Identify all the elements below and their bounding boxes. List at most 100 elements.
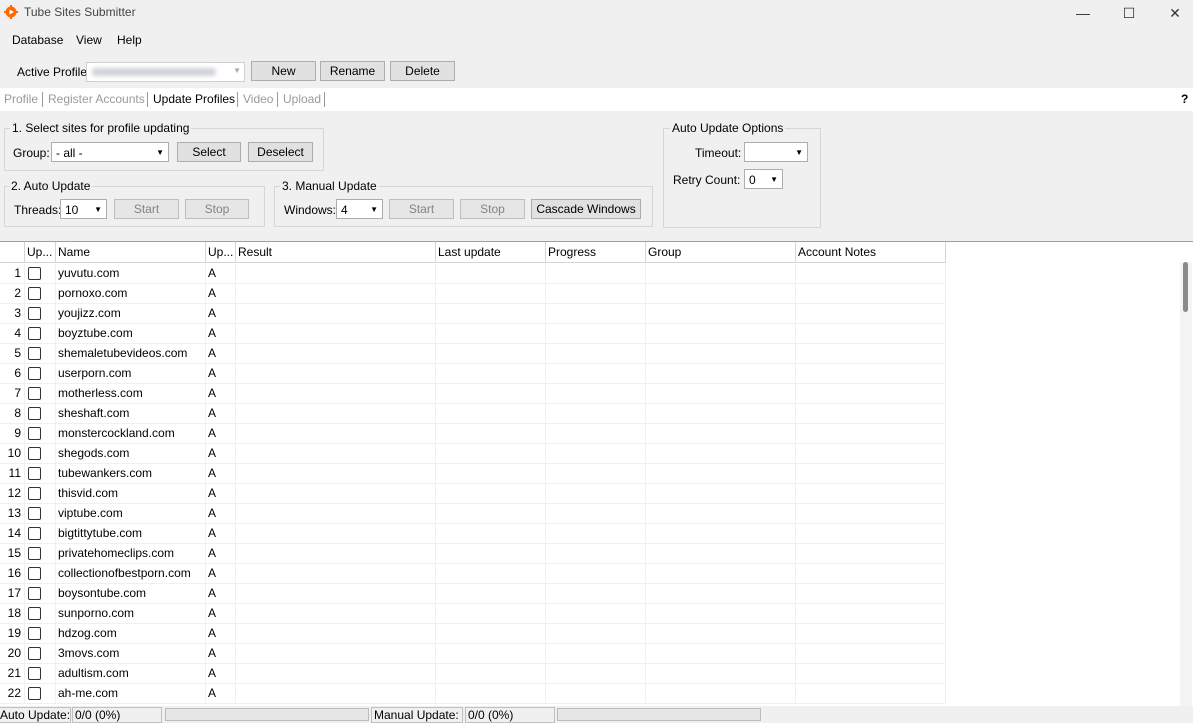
menu-database[interactable]: Database	[11, 33, 64, 47]
update-checkbox[interactable]	[28, 447, 41, 460]
update-checkbox[interactable]	[28, 287, 41, 300]
update-checkbox-cell	[25, 384, 56, 404]
column-header[interactable]: Progress	[546, 242, 646, 263]
update-checkbox[interactable]	[28, 407, 41, 420]
table-row[interactable]: 19 hdzog.com A	[0, 624, 946, 644]
table-row[interactable]: 18 sunporno.com A	[0, 604, 946, 624]
empty-cell	[796, 324, 946, 344]
menu-help[interactable]: Help	[116, 33, 143, 47]
table-row[interactable]: 10 shegods.com A	[0, 444, 946, 464]
column-header[interactable]: Last update	[436, 242, 546, 263]
update-checkbox-cell	[25, 584, 56, 604]
column-header[interactable]: Up...	[25, 242, 56, 263]
timeout-select[interactable]: ▼	[744, 142, 808, 162]
table-row[interactable]: 4 boyztube.com A	[0, 324, 946, 344]
update-checkbox[interactable]	[28, 487, 41, 500]
chevron-down-icon: ▼	[156, 148, 164, 157]
table-row[interactable]: 14 bigtittytube.com A	[0, 524, 946, 544]
update-checkbox[interactable]	[28, 427, 41, 440]
table-row[interactable]: 16 collectionofbestporn.com A	[0, 564, 946, 584]
menu-view[interactable]: View	[75, 33, 103, 47]
deselect-button[interactable]: Deselect	[248, 142, 313, 162]
empty-cell	[546, 344, 646, 364]
select-button[interactable]: Select	[177, 142, 241, 162]
update-checkbox[interactable]	[28, 547, 41, 560]
retry-count-select[interactable]: 0 ▼	[744, 169, 783, 189]
cascade-windows-button[interactable]: Cascade Windows	[531, 199, 641, 219]
active-profile-combo[interactable]: ▼	[86, 62, 245, 82]
tab-update-profiles[interactable]: Update Profiles	[153, 92, 235, 106]
rename-profile-button[interactable]: Rename	[320, 61, 385, 81]
update-checkbox[interactable]	[28, 327, 41, 340]
update-checkbox[interactable]	[28, 267, 41, 280]
column-header[interactable]: Name	[56, 242, 206, 263]
column-header[interactable]: Group	[646, 242, 796, 263]
row-number: 22	[0, 684, 25, 704]
update-checkbox[interactable]	[28, 507, 41, 520]
table-row[interactable]: 1 yuvutu.com A	[0, 264, 946, 284]
delete-profile-button[interactable]: Delete	[390, 61, 455, 81]
table-row[interactable]: 9 monstercockland.com A	[0, 424, 946, 444]
table-row[interactable]: 21 adultism.com A	[0, 664, 946, 684]
table-row[interactable]: 22 ah-me.com A	[0, 684, 946, 704]
column-header[interactable]: Up...	[206, 242, 236, 263]
update-checkbox[interactable]	[28, 527, 41, 540]
tab-register-accounts[interactable]: Register Accounts	[48, 92, 145, 106]
empty-cell	[646, 584, 796, 604]
scrollbar-thumb[interactable]	[1183, 262, 1188, 312]
vertical-scrollbar[interactable]	[1180, 262, 1192, 706]
update-checkbox[interactable]	[28, 687, 41, 700]
column-header[interactable]: Account Notes	[796, 242, 946, 263]
site-name: shegods.com	[56, 444, 206, 464]
close-button[interactable]: ✕	[1152, 0, 1193, 26]
update-checkbox[interactable]	[28, 647, 41, 660]
manual-stop-button[interactable]: Stop	[460, 199, 525, 219]
tab-profile[interactable]: Profile	[4, 92, 38, 106]
empty-cell	[546, 364, 646, 384]
update-checkbox[interactable]	[28, 587, 41, 600]
table-row[interactable]: 2 pornoxo.com A	[0, 284, 946, 304]
row-number: 9	[0, 424, 25, 444]
column-header[interactable]: Result	[236, 242, 436, 263]
empty-cell	[436, 544, 546, 564]
windows-select[interactable]: 4 ▼	[336, 199, 383, 219]
update-checkbox[interactable]	[28, 607, 41, 620]
table-row[interactable]: 13 viptube.com A	[0, 504, 946, 524]
update-checkbox[interactable]	[28, 367, 41, 380]
table-row[interactable]: 17 boysontube.com A	[0, 584, 946, 604]
tab-video[interactable]: Video	[243, 92, 273, 106]
auto-stop-button[interactable]: Stop	[185, 199, 249, 219]
table-row[interactable]: 7 motherless.com A	[0, 384, 946, 404]
update-checkbox[interactable]	[28, 347, 41, 360]
auto-start-button[interactable]: Start	[114, 199, 179, 219]
update-checkbox[interactable]	[28, 307, 41, 320]
update-checkbox[interactable]	[28, 667, 41, 680]
empty-cell	[646, 524, 796, 544]
new-profile-button[interactable]: New	[251, 61, 316, 81]
table-row[interactable]: 11 tubewankers.com A	[0, 464, 946, 484]
manual-start-button[interactable]: Start	[389, 199, 454, 219]
help-icon[interactable]: ?	[1181, 92, 1188, 106]
empty-cell	[796, 424, 946, 444]
update-checkbox[interactable]	[28, 567, 41, 580]
table-row[interactable]: 12 thisvid.com A	[0, 484, 946, 504]
minimize-button[interactable]: —	[1060, 0, 1106, 26]
update-checkbox-cell	[25, 544, 56, 564]
update-checkbox[interactable]	[28, 387, 41, 400]
update-checkbox[interactable]	[28, 467, 41, 480]
table-row[interactable]: 3 youjizz.com A	[0, 304, 946, 324]
threads-select[interactable]: 10 ▼	[60, 199, 107, 219]
empty-cell	[796, 264, 946, 284]
tab-upload[interactable]: Upload	[283, 92, 321, 106]
empty-cell	[646, 264, 796, 284]
table-row[interactable]: 8 sheshaft.com A	[0, 404, 946, 424]
empty-cell	[796, 564, 946, 584]
maximize-button[interactable]: ☐	[1106, 0, 1152, 26]
update-checkbox[interactable]	[28, 627, 41, 640]
group-select[interactable]: - all - ▼	[51, 142, 169, 162]
table-row[interactable]: 6 userporn.com A	[0, 364, 946, 384]
table-row[interactable]: 15 privatehomeclips.com A	[0, 544, 946, 564]
table-row[interactable]: 5 shemaletubevideos.com A	[0, 344, 946, 364]
chevron-down-icon: ▼	[94, 205, 102, 214]
table-row[interactable]: 20 3movs.com A	[0, 644, 946, 664]
